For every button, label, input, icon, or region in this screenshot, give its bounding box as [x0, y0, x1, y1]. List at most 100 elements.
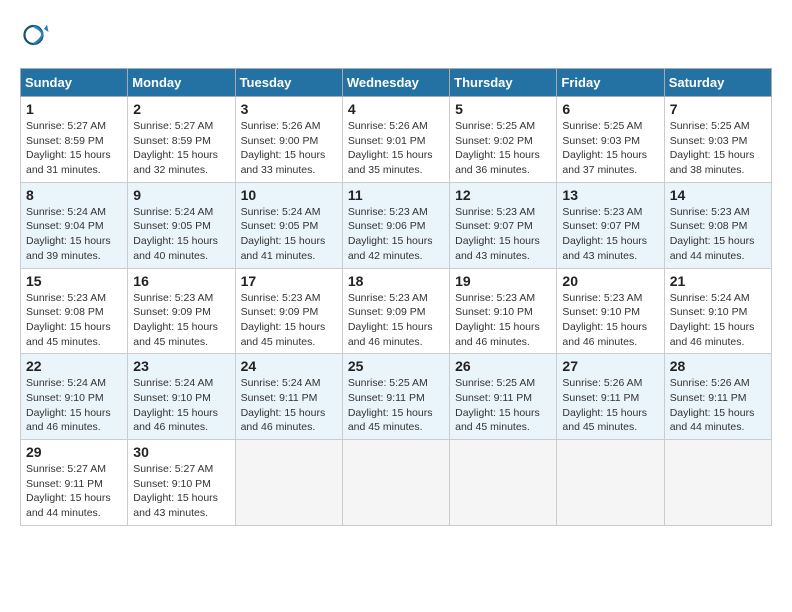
day-info: Sunrise: 5:26 AMSunset: 9:01 PMDaylight:…	[348, 119, 444, 178]
weekday-header-friday: Friday	[557, 69, 664, 97]
day-info: Sunrise: 5:23 AMSunset: 9:06 PMDaylight:…	[348, 205, 444, 264]
day-number: 9	[133, 187, 229, 203]
day-number: 12	[455, 187, 551, 203]
calendar-day-cell: 26 Sunrise: 5:25 AMSunset: 9:11 PMDayligh…	[450, 354, 557, 440]
day-info: Sunrise: 5:24 AMSunset: 9:05 PMDaylight:…	[133, 205, 229, 264]
calendar-day-cell: 29 Sunrise: 5:27 AMSunset: 9:11 PMDayligh…	[21, 440, 128, 526]
day-number: 7	[670, 101, 766, 117]
day-number: 2	[133, 101, 229, 117]
day-info: Sunrise: 5:23 AMSunset: 9:07 PMDaylight:…	[455, 205, 551, 264]
day-info: Sunrise: 5:24 AMSunset: 9:10 PMDaylight:…	[670, 291, 766, 350]
day-number: 29	[26, 444, 122, 460]
day-info: Sunrise: 5:23 AMSunset: 9:07 PMDaylight:…	[562, 205, 658, 264]
calendar-day-cell: 24Sunrise: 5:24 AMSunset: 9:11 PMDayligh…	[235, 354, 342, 440]
day-number: 28	[670, 358, 766, 374]
day-info: Sunrise: 5:24 AMSunset: 9:10 PMDaylight:…	[26, 376, 122, 435]
day-info: Sunrise: 5:27 AMSunset: 8:59 PMDaylight:…	[133, 119, 229, 178]
calendar-day-cell: 9 Sunrise: 5:24 AMSunset: 9:05 PMDaylight…	[128, 182, 235, 268]
weekday-header-monday: Monday	[128, 69, 235, 97]
calendar-day-cell: 3 Sunrise: 5:26 AMSunset: 9:00 PMDaylight…	[235, 97, 342, 183]
day-number: 5	[455, 101, 551, 117]
day-info: Sunrise: 5:26 AMSunset: 9:11 PMDaylight:…	[670, 376, 766, 435]
calendar-day-cell: 2 Sunrise: 5:27 AMSunset: 8:59 PMDaylight…	[128, 97, 235, 183]
calendar-day-cell: 20 Sunrise: 5:23 AMSunset: 9:10 PMDayligh…	[557, 268, 664, 354]
calendar-day-cell: 18 Sunrise: 5:23 AMSunset: 9:09 PMDayligh…	[342, 268, 449, 354]
day-number: 24	[241, 358, 337, 374]
weekday-header-sunday: Sunday	[21, 69, 128, 97]
day-number: 27	[562, 358, 658, 374]
day-number: 13	[562, 187, 658, 203]
calendar-day-cell: 13 Sunrise: 5:23 AMSunset: 9:07 PMDayligh…	[557, 182, 664, 268]
day-number: 11	[348, 187, 444, 203]
day-info: Sunrise: 5:25 AMSunset: 9:03 PMDaylight:…	[670, 119, 766, 178]
calendar: SundayMondayTuesdayWednesdayThursdayFrid…	[20, 68, 772, 526]
calendar-day-cell: 6 Sunrise: 5:25 AMSunset: 9:03 PMDaylight…	[557, 97, 664, 183]
weekday-header-thursday: Thursday	[450, 69, 557, 97]
day-info: Sunrise: 5:27 AMSunset: 9:10 PMDaylight:…	[133, 462, 229, 521]
day-info: Sunrise: 5:25 AMSunset: 9:02 PMDaylight:…	[455, 119, 551, 178]
day-number: 3	[241, 101, 337, 117]
weekday-header-saturday: Saturday	[664, 69, 771, 97]
day-info: Sunrise: 5:23 AMSunset: 9:08 PMDaylight:…	[670, 205, 766, 264]
day-number: 26	[455, 358, 551, 374]
day-info: Sunrise: 5:23 AMSunset: 9:09 PMDaylight:…	[133, 291, 229, 350]
day-number: 20	[562, 273, 658, 289]
day-number: 30	[133, 444, 229, 460]
day-info: Sunrise: 5:26 AMSunset: 9:11 PMDaylight:…	[562, 376, 658, 435]
calendar-day-cell: 25 Sunrise: 5:25 AMSunset: 9:11 PMDayligh…	[342, 354, 449, 440]
day-number: 25	[348, 358, 444, 374]
day-info: Sunrise: 5:23 AMSunset: 9:10 PMDaylight:…	[562, 291, 658, 350]
day-info: Sunrise: 5:26 AMSunset: 9:00 PMDaylight:…	[241, 119, 337, 178]
day-info: Sunrise: 5:27 AMSunset: 8:59 PMDaylight:…	[26, 119, 122, 178]
calendar-day-cell	[664, 440, 771, 526]
calendar-day-cell: 23 Sunrise: 5:24 AMSunset: 9:10 PMDayligh…	[128, 354, 235, 440]
calendar-day-cell: 1 Sunrise: 5:27 AMSunset: 8:59 PMDaylight…	[21, 97, 128, 183]
calendar-day-cell: 8 Sunrise: 5:24 AMSunset: 9:04 PMDaylight…	[21, 182, 128, 268]
calendar-day-cell: 11 Sunrise: 5:23 AMSunset: 9:06 PMDayligh…	[342, 182, 449, 268]
calendar-week-row: 15 Sunrise: 5:23 AMSunset: 9:08 PMDayligh…	[21, 268, 772, 354]
calendar-day-cell: 21 Sunrise: 5:24 AMSunset: 9:10 PMDayligh…	[664, 268, 771, 354]
calendar-day-cell	[342, 440, 449, 526]
day-info: Sunrise: 5:24 AMSunset: 9:10 PMDaylight:…	[133, 376, 229, 435]
calendar-day-cell: 30 Sunrise: 5:27 AMSunset: 9:10 PMDayligh…	[128, 440, 235, 526]
calendar-day-cell: 12 Sunrise: 5:23 AMSunset: 9:07 PMDayligh…	[450, 182, 557, 268]
calendar-header-row: SundayMondayTuesdayWednesdayThursdayFrid…	[21, 69, 772, 97]
calendar-week-row: 29 Sunrise: 5:27 AMSunset: 9:11 PMDayligh…	[21, 440, 772, 526]
day-number: 18	[348, 273, 444, 289]
calendar-day-cell: 7 Sunrise: 5:25 AMSunset: 9:03 PMDaylight…	[664, 97, 771, 183]
calendar-week-row: 8 Sunrise: 5:24 AMSunset: 9:04 PMDaylight…	[21, 182, 772, 268]
day-number: 19	[455, 273, 551, 289]
calendar-day-cell	[450, 440, 557, 526]
calendar-day-cell	[235, 440, 342, 526]
calendar-day-cell: 17Sunrise: 5:23 AMSunset: 9:09 PMDayligh…	[235, 268, 342, 354]
day-info: Sunrise: 5:25 AMSunset: 9:03 PMDaylight:…	[562, 119, 658, 178]
calendar-day-cell: 5 Sunrise: 5:25 AMSunset: 9:02 PMDaylight…	[450, 97, 557, 183]
day-info: Sunrise: 5:25 AMSunset: 9:11 PMDaylight:…	[348, 376, 444, 435]
day-info: Sunrise: 5:25 AMSunset: 9:11 PMDaylight:…	[455, 376, 551, 435]
calendar-day-cell: 28 Sunrise: 5:26 AMSunset: 9:11 PMDayligh…	[664, 354, 771, 440]
day-info: Sunrise: 5:27 AMSunset: 9:11 PMDaylight:…	[26, 462, 122, 521]
day-info: Sunrise: 5:23 AMSunset: 9:09 PMDaylight:…	[348, 291, 444, 350]
day-number: 22	[26, 358, 122, 374]
day-number: 10	[241, 187, 337, 203]
calendar-day-cell: 10 Sunrise: 5:24 AMSunset: 9:05 PMDayligh…	[235, 182, 342, 268]
calendar-week-row: 1 Sunrise: 5:27 AMSunset: 8:59 PMDaylight…	[21, 97, 772, 183]
day-number: 8	[26, 187, 122, 203]
day-number: 1	[26, 101, 122, 117]
calendar-day-cell: 15 Sunrise: 5:23 AMSunset: 9:08 PMDayligh…	[21, 268, 128, 354]
logo	[20, 20, 54, 50]
day-info: Sunrise: 5:24 AMSunset: 9:04 PMDaylight:…	[26, 205, 122, 264]
day-number: 15	[26, 273, 122, 289]
day-info: Sunrise: 5:23 AMSunset: 9:08 PMDaylight:…	[26, 291, 122, 350]
day-number: 4	[348, 101, 444, 117]
calendar-day-cell	[557, 440, 664, 526]
calendar-day-cell: 14 Sunrise: 5:23 AMSunset: 9:08 PMDayligh…	[664, 182, 771, 268]
day-info: Sunrise: 5:24 AMSunset: 9:05 PMDaylight:…	[241, 205, 337, 264]
calendar-week-row: 22 Sunrise: 5:24 AMSunset: 9:10 PMDayligh…	[21, 354, 772, 440]
day-number: 23	[133, 358, 229, 374]
day-number: 6	[562, 101, 658, 117]
calendar-day-cell: 4 Sunrise: 5:26 AMSunset: 9:01 PMDaylight…	[342, 97, 449, 183]
logo-icon	[20, 20, 50, 50]
day-number: 21	[670, 273, 766, 289]
day-number: 14	[670, 187, 766, 203]
